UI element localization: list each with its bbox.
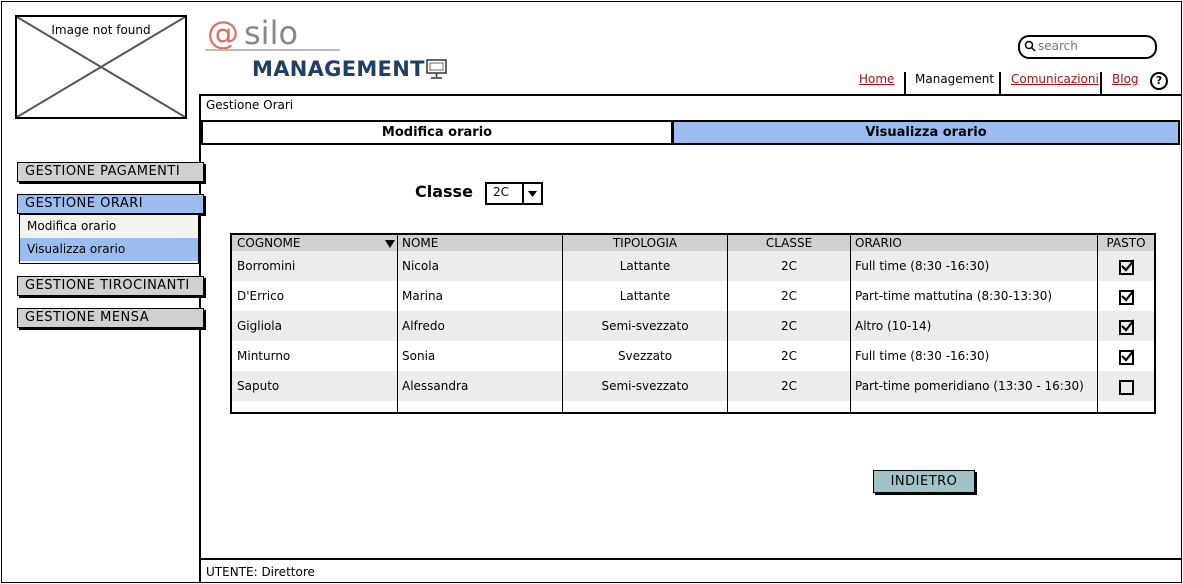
- column-header-label: ORARIO: [855, 236, 902, 250]
- sidebar-gestione-mensa[interactable]: GESTIONE MENSA: [17, 308, 204, 328]
- table-row[interactable]: Borromini Nicola Lattante 2C Full time (8:30…: [232, 251, 1154, 281]
- classe-select-value: 2C: [493, 185, 510, 199]
- cell-tipologia: Lattante: [619, 289, 671, 303]
- logo-silo: silo: [244, 14, 299, 52]
- back-button[interactable]: INDIETRO: [873, 470, 975, 493]
- tab-visualizza-orario[interactable]: Visualizza orario: [672, 120, 1180, 145]
- tab-modifica-orario[interactable]: Modifica orario: [201, 120, 673, 145]
- column-divider: [562, 235, 563, 412]
- sidebar-gestione-tirocinanti[interactable]: GESTIONE TIROCINANTI: [17, 276, 204, 296]
- cell-nome: Nicola: [402, 259, 439, 273]
- pasto-checkbox[interactable]: [1119, 259, 1134, 275]
- monitor-icon: [426, 59, 447, 79]
- cell-tipologia: Svezzato: [617, 349, 673, 363]
- column-header-orario[interactable]: ORARIO: [851, 235, 1097, 251]
- checkmark-icon: [1121, 319, 1134, 332]
- user-status: UTENTE: Direttore: [206, 565, 315, 579]
- cell-cognome: Saputo: [237, 379, 280, 393]
- column-divider: [727, 235, 728, 412]
- column-header-pasto[interactable]: PASTO: [1098, 235, 1154, 251]
- classe-select[interactable]: 2C: [485, 182, 543, 205]
- column-header-tipologia[interactable]: TIPOLOGIA: [563, 235, 727, 251]
- checkmark-icon: [1121, 259, 1134, 272]
- cell-cognome: D'Errico: [237, 289, 285, 303]
- cell-tipologia: Semi-svezzato: [601, 379, 689, 393]
- header-divider: [199, 94, 1182, 96]
- column-divider: [850, 235, 851, 412]
- checkmark-icon: [1121, 289, 1134, 302]
- nav-separator: [904, 72, 906, 94]
- nav-comunicazioni[interactable]: Comunicazioni: [1011, 72, 1099, 92]
- cell-nome: Alessandra: [402, 379, 469, 393]
- logo-subtitle: MANAGEMENT: [252, 57, 425, 81]
- nav-home[interactable]: Home: [859, 72, 894, 92]
- cell-classe: 2C: [780, 319, 797, 333]
- column-header-classe[interactable]: CLASSE: [728, 235, 850, 251]
- column-divider: [1097, 235, 1098, 412]
- cell-classe: 2C: [780, 349, 797, 363]
- cell-nome: Sonia: [402, 349, 436, 363]
- nav-comunicazioni-link[interactable]: Comunicazioni: [1011, 72, 1099, 86]
- cell-nome: Marina: [402, 289, 443, 303]
- chevron-down-icon[interactable]: [522, 184, 541, 203]
- pasto-checkbox[interactable]: [1119, 289, 1134, 305]
- pasto-checkbox[interactable]: [1119, 380, 1134, 395]
- logo-underline: [205, 49, 340, 51]
- column-header-cognome[interactable]: COGNOME: [232, 235, 397, 251]
- cell-tipologia: Lattante: [619, 259, 671, 273]
- nav-home-link[interactable]: Home: [859, 72, 894, 86]
- sidebar-submenu-orari: Modifica orario Visualizza orario: [19, 214, 199, 264]
- cell-orario: Full time (8:30 -16:30): [855, 259, 990, 273]
- search-box[interactable]: [1018, 35, 1157, 59]
- search-input[interactable]: [1038, 38, 1148, 54]
- logo-at: @: [207, 14, 239, 52]
- table-row[interactable]: Saputo Alessandra Semi-svezzato 2C Part-time…: [232, 371, 1154, 401]
- table-row[interactable]: Gigliola Alfredo Semi-svezzato 2C Altro (10-…: [232, 311, 1154, 341]
- column-header-label: COGNOME: [237, 236, 301, 250]
- breadcrumb: Gestione Orari: [206, 98, 294, 112]
- checkmark-icon: [1121, 349, 1134, 362]
- sort-desc-icon[interactable]: [385, 239, 395, 248]
- image-placeholder-text: Image not found: [51, 23, 151, 37]
- nav-management[interactable]: Management: [915, 72, 994, 92]
- nav-separator: [999, 72, 1001, 94]
- pasto-checkbox[interactable]: [1119, 349, 1134, 365]
- sidebar-gestione-orari[interactable]: GESTIONE ORARI: [17, 194, 204, 214]
- table-row[interactable]: Minturno Sonia Svezzato 2C Full time (8:30 -…: [232, 341, 1154, 371]
- submenu-visualizza-orario[interactable]: Visualizza orario: [20, 238, 198, 261]
- nav-blog[interactable]: Blog: [1112, 72, 1139, 92]
- column-divider: [397, 235, 398, 412]
- submenu-modifica-orario[interactable]: Modifica orario: [20, 215, 198, 238]
- help-icon[interactable]: ?: [1150, 72, 1168, 90]
- column-header-nome[interactable]: NOME: [398, 235, 562, 251]
- table-row[interactable]: D'Errico Marina Lattante 2C Part-time mattut…: [232, 281, 1154, 311]
- cell-orario: Full time (8:30 -16:30): [855, 349, 990, 363]
- nav-blog-link[interactable]: Blog: [1112, 72, 1139, 86]
- column-header-label: NOME: [402, 236, 439, 250]
- image-placeholder: Image not found: [15, 15, 187, 119]
- cell-classe: 2C: [780, 259, 797, 273]
- cell-cognome: Minturno: [237, 349, 291, 363]
- search-icon: [1024, 40, 1036, 52]
- cell-orario: Altro (10-14): [855, 319, 932, 333]
- cell-cognome: Borromini: [237, 259, 296, 273]
- cell-cognome: Gigliola: [237, 319, 282, 333]
- pasto-checkbox[interactable]: [1119, 319, 1134, 335]
- cell-orario: Part-time pomeridiano (13:30 - 16:30): [855, 379, 1084, 393]
- cell-classe: 2C: [780, 289, 797, 303]
- nav-separator: [1100, 72, 1102, 94]
- cell-tipologia: Semi-svezzato: [601, 319, 689, 333]
- students-table: COGNOME NOME TIPOLOGIA CLASSE ORARIO PAS…: [230, 233, 1156, 414]
- cell-orario: Part-time mattutina (8:30-13:30): [855, 289, 1053, 303]
- sidebar-gestione-pagamenti[interactable]: GESTIONE PAGAMENTI: [17, 162, 204, 182]
- classe-label: Classe: [415, 182, 473, 201]
- cell-nome: Alfredo: [402, 319, 445, 333]
- cell-classe: 2C: [780, 379, 797, 393]
- footer-divider: [199, 558, 1182, 560]
